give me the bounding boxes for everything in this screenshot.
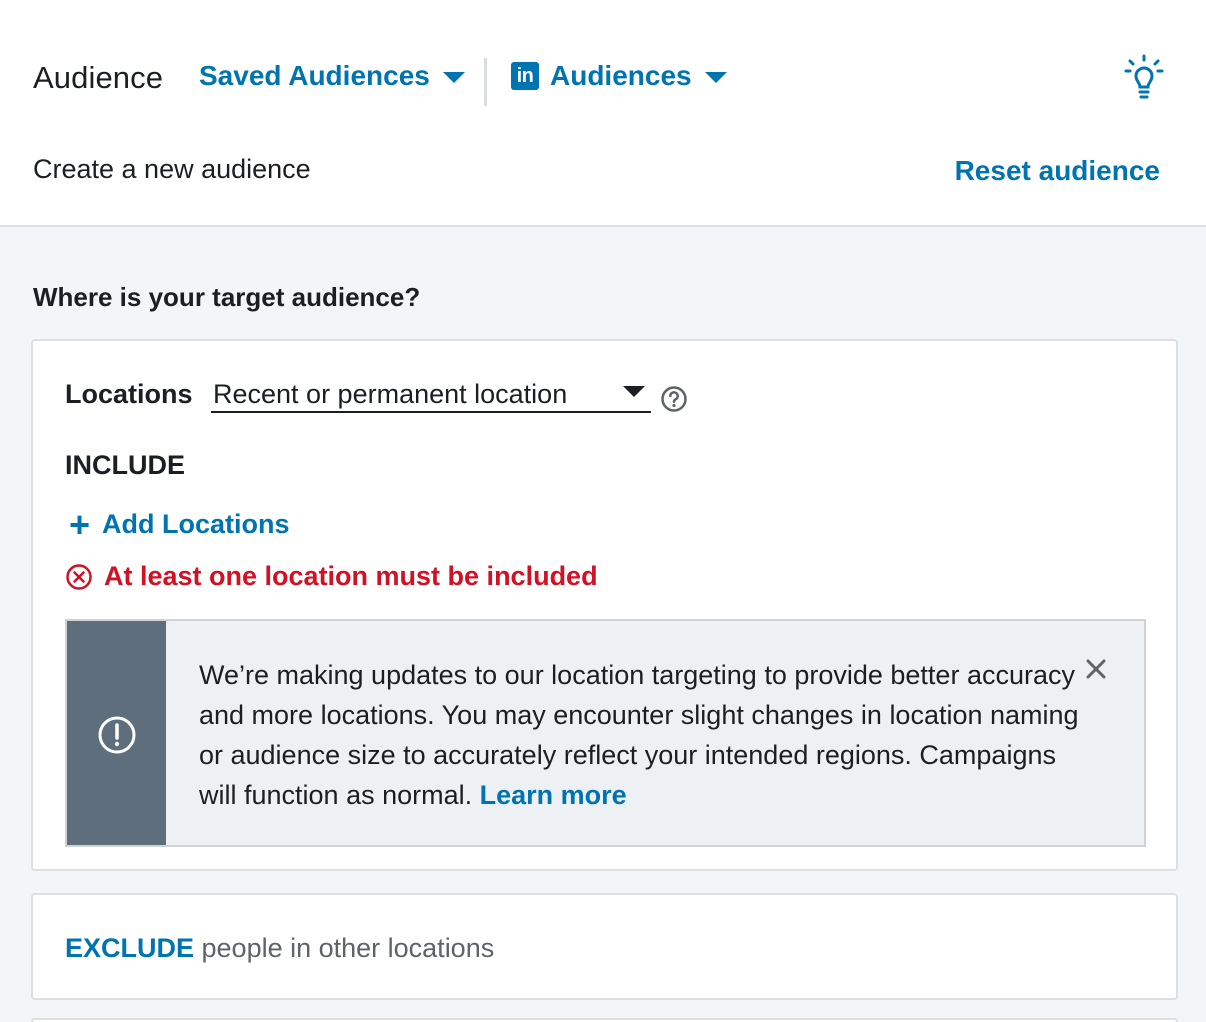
- caret-down-icon: [704, 71, 727, 83]
- include-heading: INCLUDE: [65, 450, 185, 480]
- location-update-notice: We’re making updates to our location tar…: [65, 619, 1146, 847]
- target-audience-question: Where is your target audience?: [33, 282, 421, 312]
- exclamation-circle-icon: [98, 716, 136, 754]
- linkedin-audiences-dropdown[interactable]: in Audiences: [511, 60, 727, 92]
- saved-audiences-dropdown[interactable]: Saved Audiences: [199, 60, 465, 92]
- location-type-value: Recent or permanent location: [213, 378, 568, 409]
- add-locations-button[interactable]: + Add Locations: [69, 503, 290, 545]
- exclude-row: EXCLUDE people in other locations: [65, 933, 494, 964]
- notice-text: We’re making updates to our location tar…: [199, 660, 1079, 810]
- learn-more-link[interactable]: Learn more: [480, 780, 627, 810]
- add-locations-label: Add Locations: [102, 509, 290, 539]
- saved-audiences-label: Saved Audiences: [199, 60, 430, 91]
- help-icon[interactable]: [660, 385, 688, 413]
- exclude-description: people in other locations: [194, 933, 495, 963]
- error-circle-x-icon: [66, 563, 92, 590]
- page-title: Audience: [33, 60, 164, 95]
- close-icon[interactable]: [1084, 657, 1108, 681]
- create-audience-subtitle: Create a new audience: [33, 154, 311, 184]
- location-error-message: At least one location must be included: [65, 561, 598, 592]
- caret-down-icon: [442, 71, 465, 83]
- exclude-button[interactable]: EXCLUDE: [65, 933, 194, 963]
- next-section-card: [31, 1018, 1178, 1022]
- header-divider: [484, 58, 487, 106]
- location-type-select[interactable]: Recent or permanent location: [211, 377, 651, 413]
- notice-message: We’re making updates to our location tar…: [199, 655, 1079, 815]
- audience-header: Audience Saved Audiences in Audiences Cr…: [0, 0, 1206, 227]
- locations-label: Locations: [65, 379, 193, 409]
- lightbulb-icon[interactable]: [1124, 54, 1164, 100]
- reset-audience-button[interactable]: Reset audience: [955, 155, 1160, 187]
- locations-card: Locations Recent or permanent location I…: [31, 339, 1178, 871]
- exclude-card: EXCLUDE people in other locations: [31, 893, 1178, 1000]
- error-text: At least one location must be included: [104, 561, 598, 591]
- caret-down-icon: [623, 386, 645, 397]
- notice-sidebar: [67, 621, 166, 845]
- linkedin-logo-icon: in: [511, 62, 539, 90]
- plus-icon: +: [69, 503, 91, 545]
- audiences-label: Audiences: [550, 60, 692, 91]
